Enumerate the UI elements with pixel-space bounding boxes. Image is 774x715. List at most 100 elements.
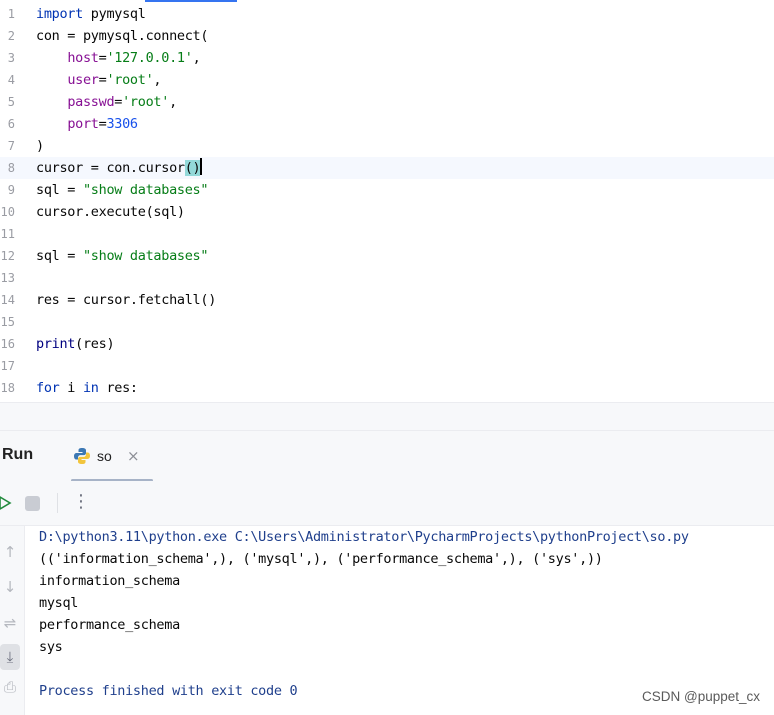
code-line[interactable]: 3 host='127.0.0.1', bbox=[0, 47, 774, 69]
code-line[interactable]: 14 res = cursor.fetchall() bbox=[0, 289, 774, 311]
tab-so[interactable]: so × bbox=[63, 431, 153, 482]
more-options-icon[interactable]: ⋮ bbox=[72, 491, 90, 512]
scroll-to-end-icon[interactable]: ⤓ bbox=[0, 644, 20, 670]
stop-icon[interactable] bbox=[25, 496, 40, 511]
line-number: 18 bbox=[0, 381, 15, 395]
line-number: 14 bbox=[0, 293, 15, 307]
code-line[interactable]: 8 cursor = con.cursor() bbox=[0, 157, 774, 179]
code-line[interactable]: 12 sql = "show databases" bbox=[0, 245, 774, 267]
code-line[interactable]: 10 cursor.execute(sql) bbox=[0, 201, 774, 223]
code-token: print bbox=[36, 336, 76, 352]
line-number: 12 bbox=[0, 249, 15, 263]
editor-tab-indicator bbox=[145, 0, 237, 2]
code-text: sql = "show databases" bbox=[36, 179, 209, 201]
line-number: 5 bbox=[7, 95, 15, 109]
scroll-down-icon[interactable]: ↓ bbox=[0, 578, 20, 596]
soft-wrap-icon[interactable]: ⇌ bbox=[0, 614, 20, 632]
code-line[interactable]: 16 print(res) bbox=[0, 333, 774, 355]
code-token: () bbox=[184, 160, 201, 176]
console-line: D:\python3.11\python.exe C:\Users\Admini… bbox=[39, 529, 689, 545]
code-editor[interactable]: 1 import pymysql 2 con = pymysql.connect( 3 … bbox=[0, 0, 774, 402]
code-token: passwd bbox=[67, 94, 115, 110]
code-token: host bbox=[67, 50, 99, 66]
code-token: "show databases" bbox=[82, 248, 209, 264]
code-token: 'root' bbox=[106, 72, 154, 88]
console-line: performance_schema bbox=[39, 617, 180, 633]
code-token: '127.0.0.1' bbox=[106, 50, 193, 66]
code-line[interactable]: 18 for i in res: bbox=[0, 377, 774, 399]
code-text: ) bbox=[36, 135, 44, 157]
code-line[interactable]: 5 passwd='root', bbox=[0, 91, 774, 113]
line-number: 4 bbox=[7, 73, 15, 87]
code-line[interactable]: 15 bbox=[0, 311, 774, 333]
run-tab-bar: Run so × bbox=[0, 430, 774, 482]
scroll-up-icon[interactable]: ↑ bbox=[0, 543, 20, 561]
code-line[interactable]: 17 bbox=[0, 355, 774, 377]
code-token: , bbox=[153, 72, 162, 88]
code-text: import pymysql bbox=[36, 3, 146, 25]
line-number: 7 bbox=[7, 139, 15, 153]
console-line: (('information_schema',), ('mysql',), ('… bbox=[39, 551, 603, 567]
code-text: user='root', bbox=[36, 69, 161, 91]
panel-gap bbox=[0, 403, 774, 430]
code-token: in bbox=[82, 380, 99, 396]
code-token: for bbox=[36, 380, 60, 396]
code-text: port=3306 bbox=[36, 113, 138, 135]
code-token: ) bbox=[36, 138, 44, 154]
line-number: 1 bbox=[7, 7, 15, 21]
line-number: 3 bbox=[7, 51, 15, 65]
code-line[interactable]: 9 sql = "show databases" bbox=[0, 179, 774, 201]
line-number: 17 bbox=[0, 359, 15, 373]
python-icon bbox=[74, 448, 90, 464]
line-number: 6 bbox=[7, 117, 15, 131]
code-token: cursor.execute(sql) bbox=[36, 204, 185, 220]
console-output[interactable]: D:\python3.11\python.exe C:\Users\Admini… bbox=[39, 526, 774, 715]
code-text: host='127.0.0.1', bbox=[36, 47, 200, 69]
code-token: res: bbox=[98, 380, 138, 396]
run-panel-title: Run bbox=[2, 446, 34, 463]
code-token: con = pymysql.connect( bbox=[36, 28, 209, 44]
run-toolbar: ⋮ bbox=[0, 481, 774, 526]
line-number: 10 bbox=[0, 205, 15, 219]
code-line[interactable]: 6 port=3306 bbox=[0, 113, 774, 135]
code-line[interactable]: 11 bbox=[0, 223, 774, 245]
code-token: res = cursor.fetchall() bbox=[36, 292, 217, 308]
code-line[interactable]: 2 con = pymysql.connect( bbox=[0, 25, 774, 47]
code-token: pymysql bbox=[82, 6, 146, 22]
code-line[interactable]: 13 bbox=[0, 267, 774, 289]
code-text: res = cursor.fetchall() bbox=[36, 289, 216, 311]
line-number: 8 bbox=[7, 161, 15, 175]
code-text: sql = "show databases" bbox=[36, 245, 209, 267]
line-number: 11 bbox=[0, 227, 15, 241]
console-line: mysql bbox=[39, 595, 79, 611]
code-token: sql = bbox=[36, 182, 83, 198]
code-token: , bbox=[169, 94, 177, 110]
code-text: passwd='root', bbox=[36, 91, 177, 113]
code-line[interactable]: 7) bbox=[0, 135, 774, 157]
print-icon[interactable]: ⎙ bbox=[0, 678, 20, 696]
console-sidebar: ↑ ↓ ⇌ ⤓ ⎙ bbox=[0, 526, 25, 715]
code-line[interactable]: 4 user='root', bbox=[0, 69, 774, 91]
line-number: 15 bbox=[0, 315, 15, 329]
code-token: 'root' bbox=[122, 94, 170, 110]
code-token: user bbox=[67, 72, 99, 88]
code-token: (res) bbox=[75, 336, 115, 352]
console-line: information_schema bbox=[39, 573, 180, 589]
close-icon[interactable]: × bbox=[127, 447, 140, 465]
code-line[interactable]: 1 import pymysql bbox=[0, 3, 774, 25]
code-token: sql = bbox=[36, 248, 83, 264]
code-token: import bbox=[36, 6, 83, 22]
line-number: 2 bbox=[7, 29, 15, 43]
code-token: i bbox=[59, 380, 83, 396]
code-token: "show databases" bbox=[82, 182, 209, 198]
code-text: cursor.execute(sql) bbox=[36, 201, 185, 223]
code-text: print(res) bbox=[36, 333, 115, 355]
code-token: 3306 bbox=[106, 116, 138, 132]
rerun-icon[interactable] bbox=[0, 495, 12, 511]
toolbar-separator bbox=[57, 493, 58, 513]
watermark: CSDN @puppet_cx bbox=[641, 689, 760, 704]
